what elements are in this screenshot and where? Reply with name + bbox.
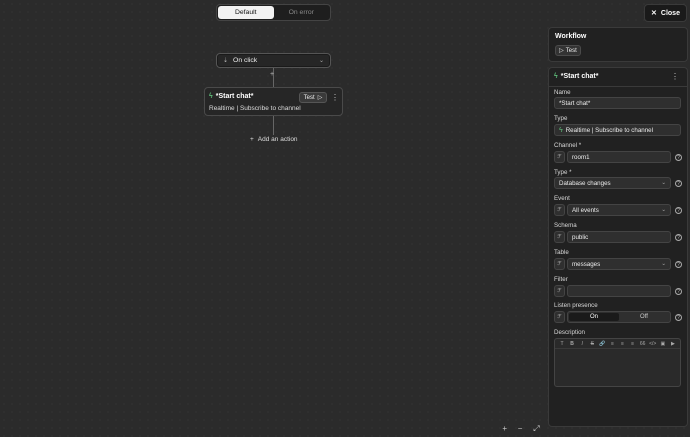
bolt-icon: ϟ: [559, 126, 563, 134]
node-title-text: *Start chat*: [215, 93, 254, 100]
plus-icon: +: [250, 136, 254, 143]
close-icon: ✕: [651, 10, 657, 17]
help-icon[interactable]: ?: [675, 234, 682, 241]
numbered-list-icon[interactable]: ≡: [617, 341, 627, 347]
help-icon[interactable]: ?: [675, 154, 682, 161]
description-text: [555, 349, 680, 355]
workflow-card: Workflow ▷ Test: [548, 27, 688, 62]
table-select[interactable]: messages ⌄: [567, 258, 671, 270]
channel-input[interactable]: room1: [567, 151, 671, 163]
chevron-down-icon: ⌄: [661, 207, 666, 213]
fx-toggle[interactable]: ℱ: [554, 231, 565, 243]
bolt-icon: ϟ: [209, 93, 213, 100]
editor-header: ϟ *Start chat*: [554, 73, 598, 80]
insert-step-button[interactable]: +: [270, 71, 274, 78]
event-select[interactable]: All events ⌄: [567, 204, 671, 216]
filter-input[interactable]: [567, 285, 671, 297]
fx-toggle[interactable]: ℱ: [554, 151, 565, 163]
chevron-down-icon: ⌄: [661, 180, 666, 186]
zoom-out-icon[interactable]: −: [518, 424, 523, 433]
name-input[interactable]: *Start chat*: [554, 97, 681, 109]
channel-value: room1: [572, 153, 590, 161]
fx-toggle[interactable]: ℱ: [554, 204, 565, 216]
schema-value: public: [572, 233, 589, 241]
action-node[interactable]: ϟ *Start chat* Realtime | Subscribe to c…: [204, 87, 343, 116]
presence-label: Listen presence: [554, 302, 598, 309]
description-label: Description: [554, 329, 585, 336]
bullet-list-icon[interactable]: ≡: [607, 341, 617, 347]
description-editor[interactable]: T B I S 🔗 ≡ ≡ ≡ 66 </> ▣ ▶: [554, 338, 681, 387]
help-icon[interactable]: ?: [675, 180, 682, 187]
workflow-test-label: Test: [565, 47, 577, 54]
node-test-button[interactable]: Test ▷: [299, 92, 327, 103]
node-menu-icon[interactable]: ⋮: [331, 94, 339, 102]
name-label: Name: [554, 89, 571, 96]
table-value: messages: [572, 260, 601, 268]
branch-tabs: Default On error: [216, 4, 331, 21]
help-icon[interactable]: ?: [675, 314, 682, 321]
name-value: *Start chat*: [559, 99, 591, 107]
editor-menu-icon[interactable]: ⋮: [671, 73, 679, 81]
type-value: Realtime | Subscribe to channel: [565, 126, 653, 134]
code-icon[interactable]: </>: [648, 341, 658, 347]
strikethrough-icon[interactable]: S: [587, 341, 597, 347]
step-editor: ϟ *Start chat* ⋮ Name *Start chat* Type …: [548, 67, 688, 427]
chevron-down-icon: ⌄: [661, 261, 666, 267]
bolt-icon: ϟ: [554, 73, 558, 80]
node-test-label: Test: [303, 94, 315, 101]
event-label: Event: [554, 195, 570, 202]
help-icon[interactable]: ?: [675, 288, 682, 295]
trigger-label: On click: [233, 57, 258, 64]
play-icon: ▷: [317, 95, 323, 101]
event-value: All events: [572, 206, 599, 214]
help-icon[interactable]: ?: [675, 261, 682, 268]
close-label: Close: [660, 9, 680, 17]
fx-toggle[interactable]: ℱ: [554, 311, 565, 323]
presence-toggle[interactable]: On Off: [567, 311, 671, 323]
help-icon[interactable]: ?: [675, 207, 682, 214]
fx-toggle[interactable]: ℱ: [554, 285, 565, 297]
quote-icon[interactable]: 66: [638, 341, 648, 347]
fx-toggle[interactable]: ℱ: [554, 258, 565, 270]
event-type-value: Database changes: [559, 179, 611, 187]
check-list-icon[interactable]: ≡: [628, 341, 638, 347]
play-icon: ▷: [559, 48, 564, 54]
event-type-label: Type *: [554, 169, 572, 176]
link-icon[interactable]: 🔗: [597, 341, 607, 347]
filter-label: Filter: [554, 276, 568, 283]
table-label: Table: [554, 249, 569, 256]
schema-input[interactable]: public: [567, 231, 671, 243]
video-icon[interactable]: ▶: [668, 341, 678, 347]
fit-view-icon[interactable]: ⤢: [533, 424, 539, 434]
zoom-controls: + − ⤢: [497, 420, 545, 437]
type-label: Type: [554, 115, 568, 122]
type-select[interactable]: ϟ Realtime | Subscribe to channel: [554, 124, 681, 136]
event-type-select[interactable]: Database changes ⌄: [554, 177, 671, 189]
cursor-click-icon: ⇣: [223, 58, 229, 64]
schema-label: Schema: [554, 222, 577, 229]
presence-off[interactable]: Off: [619, 313, 669, 321]
editor-title: *Start chat*: [560, 73, 599, 80]
italic-icon[interactable]: I: [577, 341, 587, 347]
divider: [549, 86, 687, 87]
rich-text-toolbar: T B I S 🔗 ≡ ≡ ≡ 66 </> ▣ ▶: [555, 339, 680, 349]
node-title: ϟ *Start chat*: [209, 93, 253, 100]
chevron-down-icon: ⌄: [318, 58, 324, 64]
bold-icon[interactable]: B: [567, 341, 577, 347]
channel-label: Channel *: [554, 142, 582, 149]
zoom-in-icon[interactable]: +: [502, 424, 507, 433]
close-button[interactable]: ✕ Close: [644, 4, 687, 22]
image-icon[interactable]: ▣: [658, 341, 668, 347]
add-action-button[interactable]: + Add an action: [250, 136, 298, 143]
presence-on[interactable]: On: [569, 313, 619, 321]
tab-on-error[interactable]: On error: [274, 6, 330, 19]
node-subtitle: Realtime | Subscribe to channel: [209, 105, 301, 112]
text-style-icon[interactable]: T: [557, 341, 567, 347]
workflow-title: Workflow: [555, 33, 587, 40]
trigger-select[interactable]: ⇣ On click ⌄: [216, 53, 331, 68]
connector-line: [273, 116, 274, 135]
tab-default[interactable]: Default: [218, 6, 274, 19]
workflow-test-button[interactable]: ▷ Test: [555, 45, 581, 56]
add-action-label: Add an action: [257, 136, 298, 143]
